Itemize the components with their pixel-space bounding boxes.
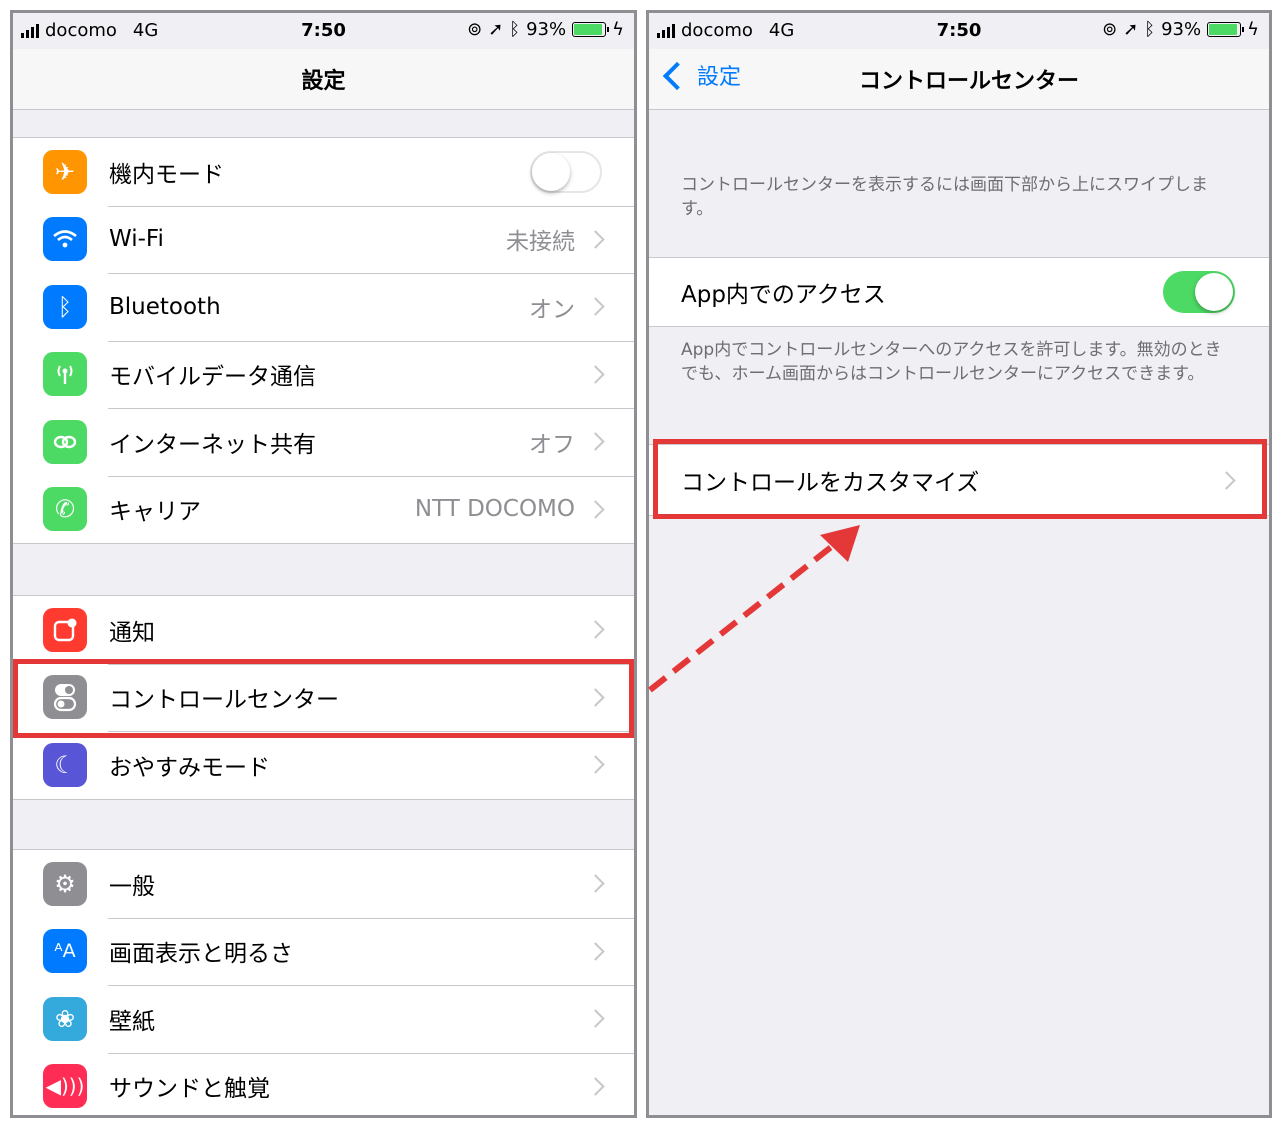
annotation-arrow-icon [648, 525, 860, 693]
